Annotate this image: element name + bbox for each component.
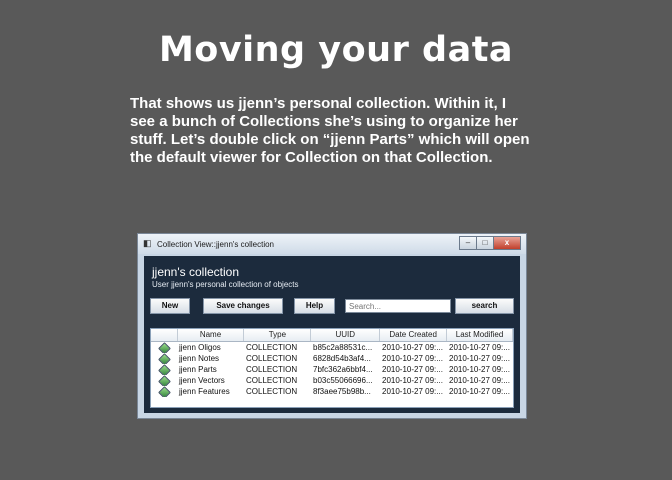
row-last-modified: 2010-10-27 09:... (449, 354, 510, 363)
row-type: COLLECTION (246, 376, 298, 385)
row-name: jjenn Notes (179, 354, 220, 363)
collection-subtitle: User jjenn's personal collection of obje… (152, 280, 299, 289)
maximize-button[interactable]: □ (476, 236, 494, 250)
column-header-uuid[interactable]: UUID (311, 329, 381, 341)
minimize-button[interactable]: – (459, 236, 477, 250)
slide-body-text: That shows us jjenn’s personal collectio… (130, 95, 530, 166)
row-type: COLLECTION (246, 354, 298, 363)
collection-icon (158, 342, 171, 353)
window-titlebar[interactable]: ◧ Collection View::jjenn's collection – … (138, 234, 526, 254)
column-header-type[interactable]: Type (244, 329, 312, 341)
row-date-created: 2010-10-27 09:... (382, 376, 443, 385)
row-last-modified: 2010-10-27 09:... (449, 387, 510, 396)
column-header-name[interactable]: Name (178, 329, 245, 341)
new-button[interactable]: New (150, 298, 190, 314)
row-date-created: 2010-10-27 09:... (382, 365, 443, 374)
collection-icon (158, 386, 171, 397)
collection-icon (158, 364, 171, 375)
row-name: jjenn Vectors (179, 376, 225, 385)
column-header-last-modified[interactable]: Last Modified (447, 329, 513, 341)
save-changes-button[interactable]: Save changes (203, 298, 283, 314)
row-name: jjenn Oligos (179, 343, 221, 352)
app-icon: ◧ (143, 238, 152, 248)
row-uuid: 6828d54b3af4... (313, 354, 371, 363)
row-uuid: 8f3aee75b98b... (313, 387, 371, 396)
window-controls: – □ x (459, 236, 521, 250)
row-name: jjenn Features (179, 387, 230, 396)
collection-icon (158, 375, 171, 386)
row-last-modified: 2010-10-27 09:... (449, 343, 510, 352)
table-row[interactable]: jjenn Features COLLECTION 8f3aee75b98b..… (151, 386, 513, 397)
window-title: Collection View::jjenn's collection (157, 240, 274, 249)
table-row[interactable]: jjenn Vectors COLLECTION b03c55066696...… (151, 375, 513, 386)
search-input[interactable] (345, 299, 451, 313)
window-content: jjenn's collection User jjenn's personal… (144, 256, 520, 413)
row-date-created: 2010-10-27 09:... (382, 343, 443, 352)
row-name: jjenn Parts (179, 365, 217, 374)
row-uuid: b03c55066696... (313, 376, 373, 385)
help-button[interactable]: Help (294, 298, 335, 314)
table-row[interactable]: jjenn Notes COLLECTION 6828d54b3af4... 2… (151, 353, 513, 364)
row-type: COLLECTION (246, 387, 298, 396)
row-last-modified: 2010-10-27 09:... (449, 376, 510, 385)
table-row[interactable]: jjenn Oligos COLLECTION b85c2a88531c... … (151, 342, 513, 353)
row-date-created: 2010-10-27 09:... (382, 354, 443, 363)
search-button[interactable]: search (455, 298, 514, 314)
row-type: COLLECTION (246, 365, 298, 374)
row-uuid: 7bfc362a6bbf4... (313, 365, 373, 374)
collection-view-window: ◧ Collection View::jjenn's collection – … (137, 233, 527, 419)
close-button[interactable]: x (493, 236, 521, 250)
row-date-created: 2010-10-27 09:... (382, 387, 443, 396)
collection-table: Name Type UUID Date Created Last Modifie… (150, 328, 514, 408)
column-header-date-created[interactable]: Date Created (380, 329, 448, 341)
row-type: COLLECTION (246, 343, 298, 352)
table-row[interactable]: jjenn Parts COLLECTION 7bfc362a6bbf4... … (151, 364, 513, 375)
table-header: Name Type UUID Date Created Last Modifie… (151, 329, 513, 342)
row-last-modified: 2010-10-27 09:... (449, 365, 510, 374)
slide-title: Moving your data (158, 30, 514, 70)
column-header-icon[interactable] (151, 329, 178, 341)
collection-icon (158, 353, 171, 364)
collection-title: jjenn's collection (152, 265, 240, 279)
row-uuid: b85c2a88531c... (313, 343, 373, 352)
